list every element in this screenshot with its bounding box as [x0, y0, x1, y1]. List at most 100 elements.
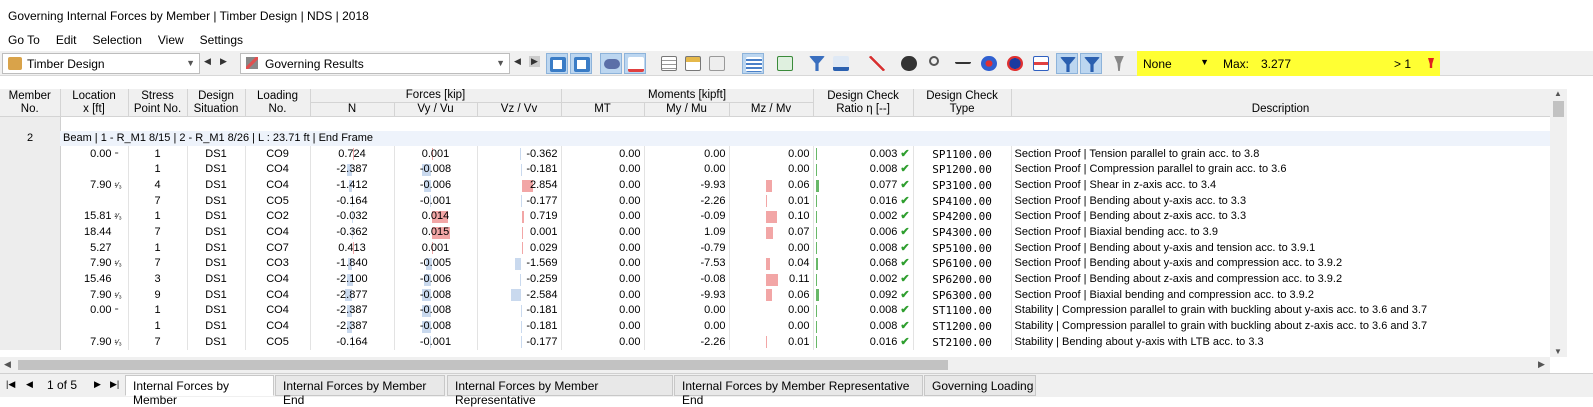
- cursor-icon: [574, 57, 590, 72]
- table-row[interactable]: 5.27 1 DS1 CO7 0.413 0.001 0.029 0.00 -0.79 0.00 0…: [0, 240, 1550, 256]
- xxx-button[interactable]: [624, 53, 646, 74]
- table-row[interactable]: 1 DS1 CO4 -2.387 -0.008 -0.181 0.00 0.00 0.00 0.0…: [0, 318, 1550, 335]
- menu-view[interactable]: View: [150, 32, 192, 50]
- vertical-scrollbar[interactable]: ▲ ▼: [1550, 89, 1567, 357]
- menu-edit[interactable]: Edit: [48, 32, 85, 50]
- scroll-right-icon[interactable]: ▶: [1538, 359, 1545, 370]
- menu-selection[interactable]: Selection: [85, 32, 150, 50]
- col-my[interactable]: My / Mu: [644, 102, 730, 117]
- scroll-left-icon[interactable]: ◀: [4, 359, 11, 370]
- filter-results-button[interactable]: [1080, 53, 1102, 74]
- check-icon: ✔: [900, 335, 910, 348]
- col-member[interactable]: Member No.: [0, 89, 61, 117]
- color-button[interactable]: [978, 53, 1000, 74]
- stress-point-cell-value: 7: [154, 225, 161, 238]
- prev-icon[interactable]: ◀: [514, 56, 521, 67]
- scroll-down-icon[interactable]: ▼: [1554, 347, 1562, 356]
- ratio-cell-value: 0.008: [869, 320, 898, 333]
- ratio-bar: [815, 210, 817, 223]
- col-vy[interactable]: Vy / Vu: [394, 102, 478, 117]
- table-row[interactable]: 0.00 ⁼ 1 DS1 CO4 -2.387 -0.008 -0.181 0.00 0.00 0.…: [0, 303, 1550, 319]
- view-eye-button[interactable]: [600, 53, 622, 74]
- value-bar: [765, 179, 773, 192]
- export-button[interactable]: [774, 53, 796, 74]
- module-select[interactable]: Timber Design ▼: [2, 53, 200, 74]
- next-page-icon[interactable]: ▶: [94, 379, 101, 390]
- filter-button[interactable]: [806, 53, 828, 74]
- table-row[interactable]: 7 DS1 CO5 -0.164 -0.001 -0.177 0.00 -2.26 0.01 0.…: [0, 193, 1550, 209]
- col-design-situation[interactable]: Design Situation: [187, 89, 246, 117]
- last-page-icon[interactable]: ▶|: [110, 379, 119, 390]
- col-group-moments: Moments [kipft]: [561, 89, 814, 103]
- location-cell-value: 7.90: [90, 288, 112, 301]
- table-row[interactable]: 15.81 ²⁄₃ 1 DS1 CO2 -0.032 0.014 0.719 0.00 -0.09…: [0, 208, 1550, 225]
- results-select[interactable]: Governing Results ▼: [240, 53, 510, 74]
- tab-internal-forces-by-member-representative-end[interactable]: Internal Forces by Member Representative…: [674, 375, 923, 407]
- col-mz[interactable]: Mz / Mv: [729, 102, 814, 117]
- value-bar: [520, 195, 522, 208]
- select-multi-button[interactable]: [570, 53, 592, 74]
- table-row[interactable]: 18.44 7 DS1 CO4 -0.362 0.015 0.001 0.00 1.09 0.07…: [0, 224, 1550, 241]
- scroll-thumb[interactable]: [1553, 101, 1564, 117]
- max-input[interactable]: 3.277: [1255, 54, 1385, 73]
- table-row[interactable]: 15.46 3 DS1 CO4 -2.100 -0.006 -0.259 0.00 -0.08 0…: [0, 271, 1550, 288]
- tab-internal-forces-by-member-representative[interactable]: Internal Forces by Member Representative: [447, 375, 673, 407]
- next-icon[interactable]: ▶: [529, 56, 540, 67]
- col-description[interactable]: Description: [1011, 89, 1550, 117]
- my-cell-value: -9.93: [700, 288, 726, 301]
- table-row[interactable]: 1 DS1 CO4 -2.387 -0.008 -0.181 0.00 0.00 0.00 0.0…: [0, 161, 1550, 178]
- filter-select[interactable]: None ▼: [1137, 54, 1217, 73]
- table-button[interactable]: [658, 53, 680, 74]
- prev-page-icon[interactable]: ◀: [26, 379, 33, 390]
- design-situation-cell: DS1: [187, 334, 246, 351]
- help-button[interactable]: [898, 53, 920, 74]
- horizontal-scrollbar[interactable]: ◀ ▶: [0, 357, 1550, 373]
- scroll-up-icon[interactable]: ▲: [1554, 89, 1562, 98]
- info-button[interactable]: [1004, 53, 1026, 74]
- scroll-thumb[interactable]: [18, 360, 948, 370]
- timber-icon: [8, 57, 22, 70]
- col-stress-point[interactable]: Stress Point No.: [128, 89, 188, 117]
- member-number[interactable]: 2: [0, 130, 60, 147]
- select-member-button[interactable]: [546, 53, 568, 74]
- prev-icon[interactable]: ◀: [204, 56, 211, 67]
- my-cell: 0.00: [644, 318, 730, 335]
- dimension-button[interactable]: [952, 53, 974, 74]
- diagram-button[interactable]: [1030, 53, 1052, 74]
- table-icon: [661, 56, 677, 71]
- mt-cell-value: 0.00: [619, 210, 641, 223]
- table-row[interactable]: 0.00 ⁼ 1 DS1 CO9 0.724 0.001 -0.362 0.00 0.00 0.00…: [0, 146, 1550, 162]
- menu-settings[interactable]: Settings: [192, 32, 251, 50]
- first-page-icon[interactable]: |◀: [6, 379, 15, 390]
- col-type[interactable]: Design Check Type: [913, 89, 1012, 117]
- clear-filter-button[interactable]: [866, 53, 888, 74]
- tab-governing-loading[interactable]: Governing Loading: [924, 375, 1036, 396]
- table-row[interactable]: 7.90 ¹⁄₃ 9 DS1 CO4 -2.877 -0.008 -2.584 0.00 -9.9…: [0, 287, 1550, 304]
- table-row[interactable]: 7.90 ¹⁄₃ 7 DS1 CO3 -1.840 -0.005 -1.569 0.00 -7.5…: [0, 256, 1550, 272]
- table-row[interactable]: 7.90 ¹⁄₃ 4 DS1 CO4 -1.412 -0.006 2.854 0.00 -9.93…: [0, 177, 1550, 194]
- table-row[interactable]: 7.90 ¹⁄₃ 7 DS1 CO5 -0.164 -0.001 -0.177 0.00 -2.2…: [0, 334, 1550, 351]
- next-icon[interactable]: ▶: [220, 56, 227, 67]
- col-vz[interactable]: Vz / Vv: [477, 102, 562, 117]
- tab-internal-forces-by-member-end[interactable]: Internal Forces by Member End: [275, 375, 445, 407]
- col-n[interactable]: N: [310, 102, 395, 117]
- col-ratio[interactable]: Design Check Ratio η [--]: [813, 89, 914, 117]
- decimals-button[interactable]: [830, 53, 852, 74]
- tab-internal-forces-by-member[interactable]: Internal Forces by Member: [125, 375, 274, 407]
- col-mt[interactable]: MT: [561, 102, 645, 117]
- description-cell-value: Section Proof | Bending about y-axis acc…: [1014, 194, 1247, 207]
- my-cell-value: -0.08: [700, 273, 726, 286]
- max-condition[interactable]: > 1: [1388, 54, 1418, 73]
- col-location[interactable]: Location x [ft]: [60, 89, 129, 117]
- stress-point-cell: 7: [128, 224, 188, 241]
- filter-active-button[interactable]: [1056, 53, 1078, 74]
- align-button[interactable]: [742, 53, 764, 74]
- table-remove-button[interactable]: [706, 53, 728, 74]
- vy-cell-value: -0.006: [419, 273, 452, 286]
- search-button[interactable]: [926, 53, 948, 74]
- table-add-button[interactable]: [682, 53, 704, 74]
- location-cell-value: 15.46: [83, 273, 112, 286]
- col-loading[interactable]: Loading No.: [245, 89, 311, 117]
- pin-button[interactable]: [1108, 53, 1130, 74]
- menu-goto[interactable]: Go To: [0, 32, 48, 50]
